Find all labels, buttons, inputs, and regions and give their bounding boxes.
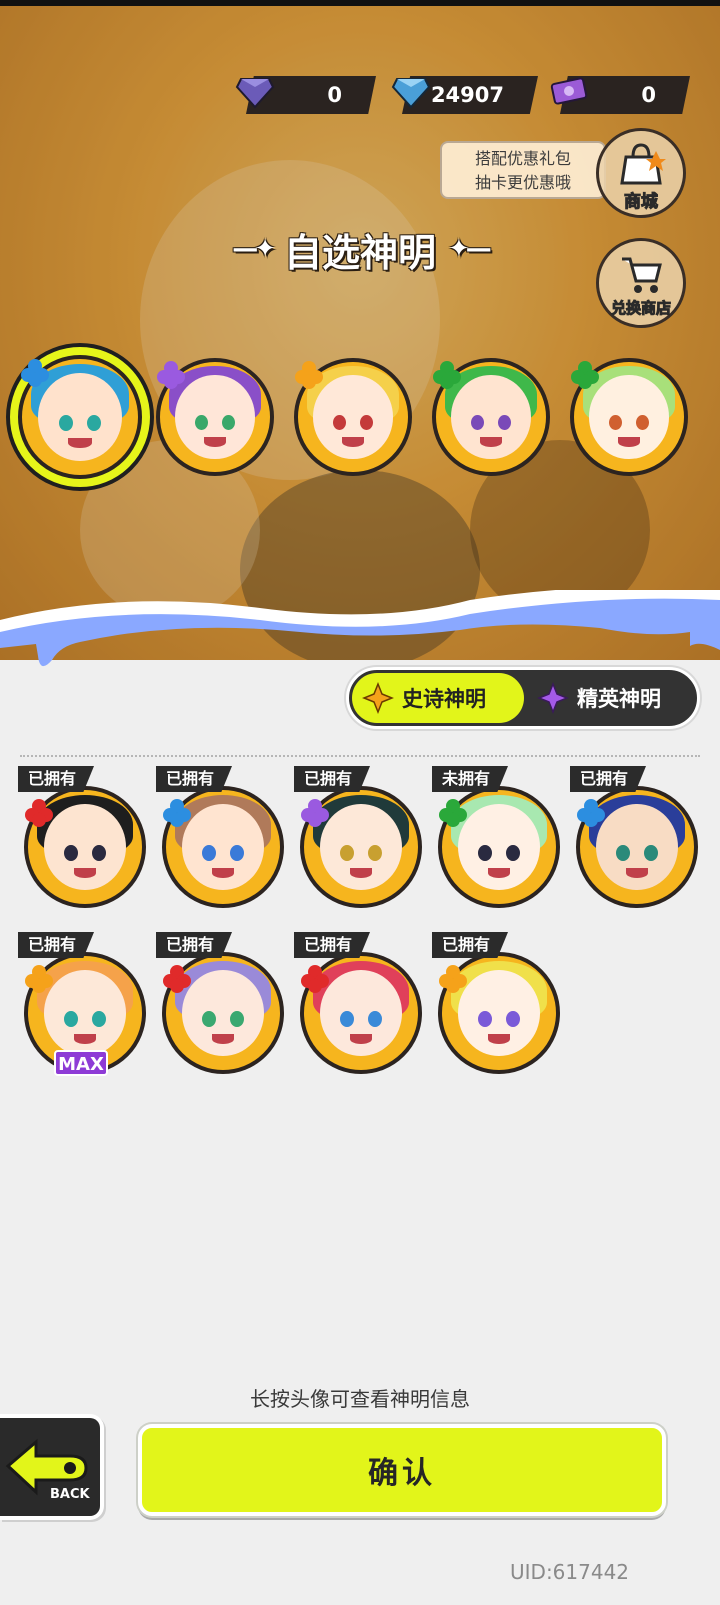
god-card-9[interactable]: 已拥有 [432,932,562,1074]
back-arrow-icon: BACK [5,1438,91,1502]
god-card-3[interactable]: 已拥有 [294,766,424,908]
tab-epic-label: 史诗神明 [402,687,486,711]
ownership-tag: 已拥有 [18,766,95,792]
god-card-4[interactable]: 未拥有 [432,766,562,908]
ownership-tag: 已拥有 [294,932,371,958]
promo-line-2: 抽卡更优惠哦 [474,173,571,192]
orange-flower-icon [295,361,323,389]
god-card-1[interactable]: 已拥有 [18,766,148,908]
blue-flower-icon [21,359,49,387]
god-card-7[interactable]: 已拥有 [156,932,286,1074]
status-bar-strip [0,0,720,6]
long-press-hint: 长按头像可查看神明信息 [250,1387,470,1411]
ownership-tag: 已拥有 [156,766,233,792]
purple-flower-icon [301,799,329,827]
god-card-6[interactable]: 已拥有 MAX [18,932,148,1076]
shop-button[interactable]: 商城 [596,128,686,218]
ownership-tag: 已拥有 [156,932,233,958]
title-deco-right-icon: ✦— [448,234,492,264]
max-badge: MAX [54,1050,108,1076]
orange-flower-icon [25,965,53,993]
ownership-tag: 已拥有 [18,932,95,958]
tab-elite[interactable]: 精英神明 [527,673,699,723]
cart-exchange-icon [622,257,662,293]
shop-label: 商城 [624,192,659,213]
ownership-tag: 未拥有 [432,766,509,792]
god-card-5[interactable]: 已拥有 [570,766,700,908]
exchange-shop-label: 兑换商店 [610,299,671,318]
ownership-tag: 已拥有 [294,766,371,792]
red-flower-icon [301,965,329,993]
purple-gem-icon [232,68,278,114]
god-card-2[interactable]: 已拥有 [156,766,286,908]
page-title: —✦ 自选神明 ✦— [185,224,535,275]
green-flower-icon [439,799,467,827]
red-flower-icon [25,799,53,827]
promo-line-1: 搭配优惠礼包 [474,149,571,168]
category-tabs: 史诗神明 精英神明 [346,667,700,729]
ownership-tag: 已拥有 [432,932,509,958]
title-deco-left-icon: —✦ [232,234,276,264]
ownership-tag: 已拥有 [570,766,647,792]
tab-epic[interactable]: 史诗神明 [352,673,524,723]
orange-flower-icon [439,965,467,993]
promo-bubble: 搭配优惠礼包 抽卡更优惠哦 [440,141,606,199]
red-flower-icon [163,965,191,993]
green-flower-icon [433,361,461,389]
blue-flower-icon [163,799,191,827]
purple-flower-icon [157,361,185,389]
page-title-text: 自选神明 [283,230,436,275]
shopping-bag-icon [620,143,666,185]
ticket-icon [546,68,592,114]
blue-flower-icon [577,799,605,827]
exchange-shop-button[interactable]: 兑换商店 [596,238,686,328]
blue-diamond-icon [388,68,434,114]
purple-star-icon [537,682,569,714]
back-button[interactable]: BACK [0,1414,104,1520]
orange-star-icon [362,682,394,714]
tab-elite-label: 精英神明 [577,687,661,711]
god-card-8[interactable]: 已拥有 [294,932,424,1074]
confirm-button[interactable]: 确认 [138,1424,666,1516]
back-label: BACK [50,1487,91,1502]
divider [20,755,700,757]
green-flower-icon [571,361,599,389]
uid-label: UID:617442 [510,1560,630,1584]
